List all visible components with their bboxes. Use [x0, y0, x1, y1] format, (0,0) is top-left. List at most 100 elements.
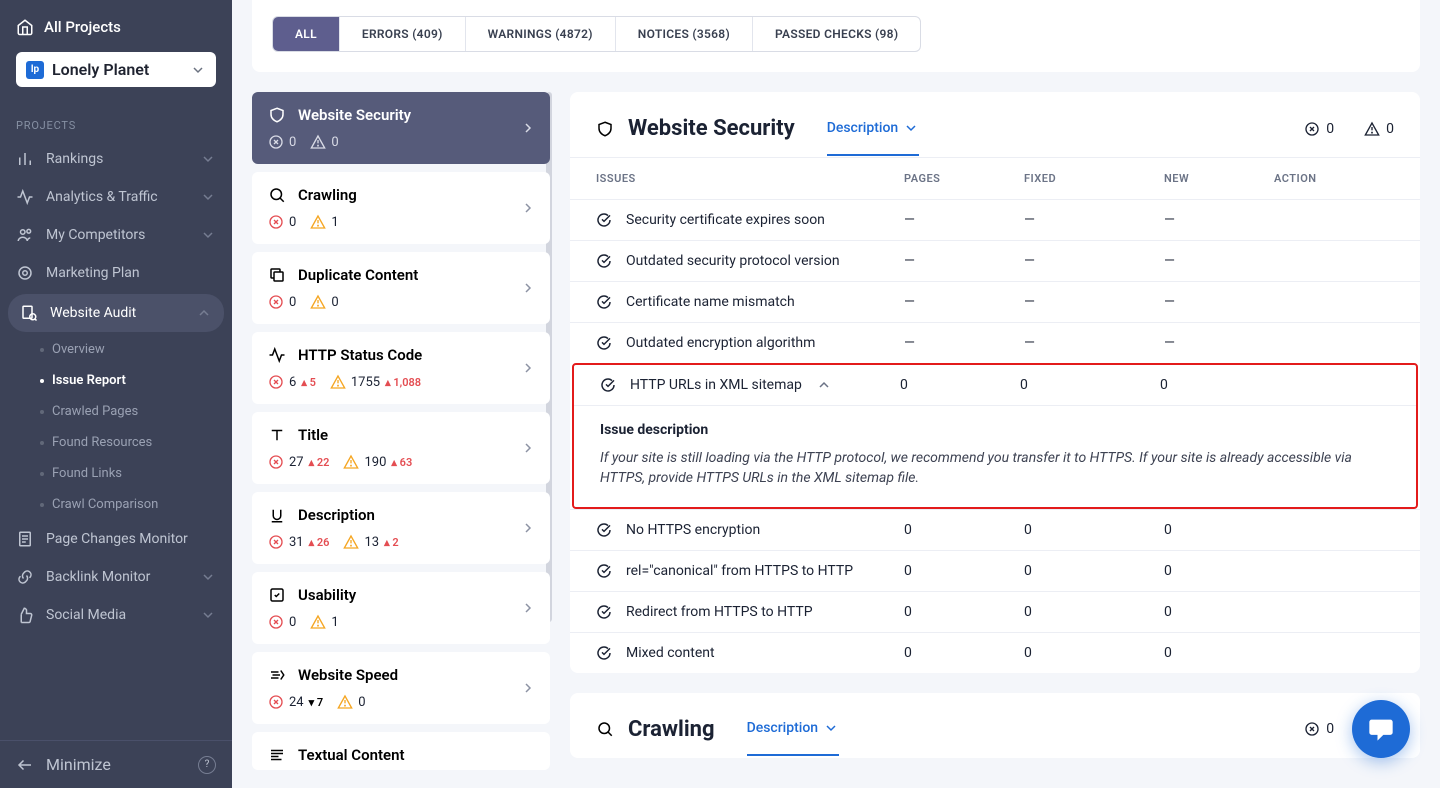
nav-competitors[interactable]: My Competitors [0, 216, 232, 254]
all-projects-label: All Projects [44, 18, 121, 36]
chevron-right-icon [520, 520, 536, 536]
error-icon [268, 374, 284, 390]
check-icon [596, 253, 612, 269]
chevron-down-icon [200, 607, 216, 623]
project-name: Lonely Planet [52, 60, 149, 79]
nav-sub-found-resources[interactable]: Found Resources [0, 427, 232, 458]
chevron-down-icon [823, 720, 839, 736]
filters-card: ALL ERRORS (409) WARNINGS (4872) NOTICES… [252, 0, 1420, 72]
chevron-right-icon [520, 600, 536, 616]
error-icon [268, 454, 284, 470]
category-description[interactable]: Description 31▴ 26 13▴ 2 [252, 492, 550, 564]
chevron-down-icon [200, 569, 216, 585]
title-icon [268, 426, 286, 444]
bars-icon [16, 150, 34, 168]
issue-row[interactable]: Security certificate expires soon——— [570, 199, 1420, 240]
underline-icon [268, 506, 286, 524]
tab-warnings[interactable]: WARNINGS (4872) [466, 17, 616, 51]
check-icon [600, 377, 616, 393]
description-dropdown[interactable]: Description [747, 720, 840, 756]
error-icon [1304, 121, 1320, 137]
description-dropdown[interactable]: Description [827, 120, 920, 156]
tab-notices[interactable]: NOTICES (3568) [616, 17, 753, 51]
minimize-button[interactable]: Minimize ? [0, 740, 232, 788]
issue-row[interactable]: Outdated encryption algorithm——— [570, 322, 1420, 363]
nav-analytics[interactable]: Analytics & Traffic [0, 178, 232, 216]
error-icon [268, 614, 284, 630]
issue-row[interactable]: No HTTPS encryption000 [570, 509, 1420, 550]
warning-icon [310, 614, 326, 630]
chevron-down-icon [200, 151, 216, 167]
panel-website-security: Website Security Description 0 0 ISSUES … [570, 92, 1420, 673]
nav-sub-issue-report[interactable]: Issue Report [0, 365, 232, 396]
pulse-icon [16, 188, 34, 206]
nav-sub-overview[interactable]: Overview [0, 334, 232, 365]
issue-description-text: If your site is still loading via the HT… [600, 448, 1390, 489]
check-icon [596, 604, 612, 620]
category-crawling[interactable]: Crawling 0 1 [252, 172, 550, 244]
issue-row[interactable]: Mixed content000 [570, 632, 1420, 673]
issue-row[interactable]: Outdated security protocol version——— [570, 240, 1420, 281]
category-http-status[interactable]: HTTP Status Code 6▴ 5 1755▴ 1,088 [252, 332, 550, 404]
issue-row[interactable]: rel="canonical" from HTTPS to HTTP000 [570, 550, 1420, 591]
chevron-right-icon [520, 280, 536, 296]
category-speed[interactable]: Website Speed 24▾ 7 0 [252, 652, 550, 724]
users-icon [16, 226, 34, 244]
chevron-right-icon [520, 200, 536, 216]
sidebar: All Projects lp Lonely Planet PROJECTS R… [0, 0, 232, 788]
help-icon[interactable]: ? [198, 756, 216, 774]
audit-icon [20, 304, 38, 322]
table-header: ISSUES PAGES FIXED NEW ACTION [570, 157, 1420, 199]
nav-sub-found-links[interactable]: Found Links [0, 458, 232, 489]
category-textual[interactable]: Textual Content [252, 732, 550, 770]
category-duplicate[interactable]: Duplicate Content 0 0 [252, 252, 550, 324]
filter-tabs: ALL ERRORS (409) WARNINGS (4872) NOTICES… [272, 16, 921, 52]
chevron-up-icon [816, 377, 832, 393]
all-projects-link[interactable]: All Projects [16, 14, 216, 52]
nav-backlink[interactable]: Backlink Monitor [0, 558, 232, 596]
nav-page-changes[interactable]: Page Changes Monitor [0, 520, 232, 558]
thumb-icon [16, 606, 34, 624]
nav-rankings[interactable]: Rankings [0, 140, 232, 178]
warning-icon [337, 694, 353, 710]
chevron-down-icon [190, 62, 206, 78]
issue-description-block: Issue description If your site is still … [574, 405, 1416, 507]
search-icon [596, 720, 614, 738]
category-list: Website Security 0 0 Crawling 0 1 Duplic… [252, 92, 550, 770]
error-icon [268, 134, 284, 150]
issue-row-expanded[interactable]: HTTP URLs in XML sitemap 000 [574, 365, 1416, 405]
chat-fab[interactable] [1352, 700, 1410, 758]
nav-website-audit[interactable]: Website Audit [8, 294, 224, 332]
issue-row[interactable]: Certificate name mismatch——— [570, 281, 1420, 322]
nav-sub-crawled-pages[interactable]: Crawled Pages [0, 396, 232, 427]
chevron-down-icon [200, 227, 216, 243]
warning-icon [310, 294, 326, 310]
error-icon [268, 294, 284, 310]
check-icon [596, 645, 612, 661]
category-usability[interactable]: Usability 0 1 [252, 572, 550, 644]
category-title[interactable]: Title 27▴ 22 190▴ 63 [252, 412, 550, 484]
issue-row[interactable]: Redirect from HTTPS to HTTP000 [570, 591, 1420, 632]
home-icon [16, 18, 34, 36]
search-icon [268, 186, 286, 204]
nav-social[interactable]: Social Media [0, 596, 232, 634]
error-icon [1304, 721, 1320, 737]
category-security[interactable]: Website Security 0 0 [252, 92, 550, 164]
expanded-issue-highlight: HTTP URLs in XML sitemap 000 Issue descr… [572, 363, 1418, 509]
check-icon [596, 294, 612, 310]
warning-icon [1364, 121, 1380, 137]
main-content: ALL ERRORS (409) WARNINGS (4872) NOTICES… [232, 0, 1440, 788]
nav-marketing[interactable]: Marketing Plan [0, 254, 232, 292]
arrow-left-icon [16, 756, 34, 774]
chevron-up-icon [196, 305, 212, 321]
project-selector[interactable]: lp Lonely Planet [16, 52, 216, 87]
warning-icon [343, 534, 359, 550]
project-badge: lp [26, 61, 44, 79]
nav-sub-crawl-comparison[interactable]: Crawl Comparison [0, 489, 232, 520]
tab-errors[interactable]: ERRORS (409) [340, 17, 466, 51]
error-icon [268, 534, 284, 550]
tab-passed[interactable]: PASSED CHECKS (98) [753, 17, 920, 51]
check-icon [596, 522, 612, 538]
tab-all[interactable]: ALL [273, 17, 340, 51]
panel-crawling: Crawling Description 0 1 [570, 693, 1420, 758]
